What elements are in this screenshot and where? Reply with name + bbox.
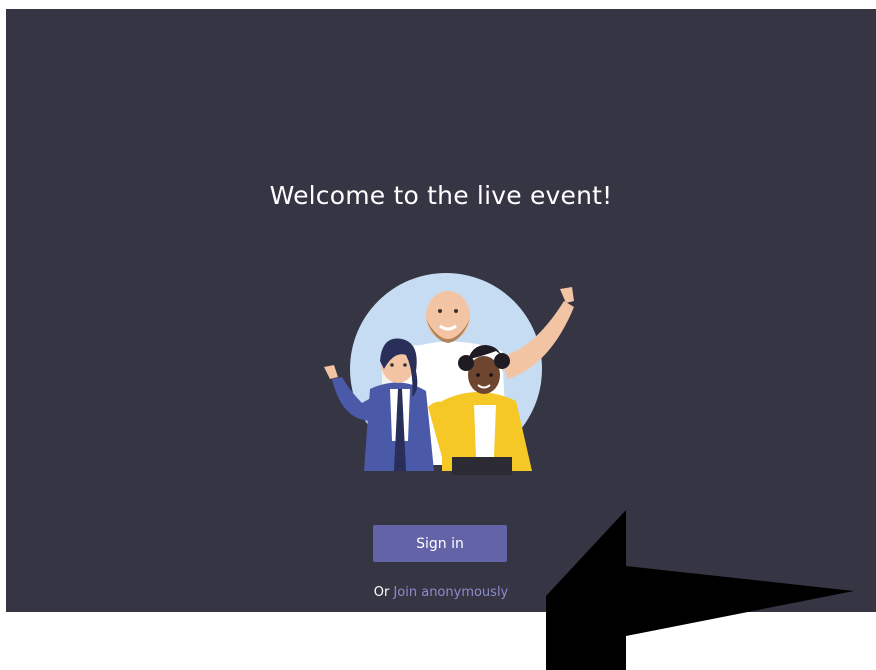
join-anonymously-link[interactable]: Join anonymously bbox=[393, 585, 508, 600]
sign-in-button[interactable]: Sign in bbox=[373, 525, 507, 562]
join-anonymously-line: Or Join anonymously bbox=[6, 585, 876, 600]
live-event-welcome-screen: Welcome to the live event! Sign in Or Jo… bbox=[6, 9, 876, 612]
welcome-heading: Welcome to the live event! bbox=[269, 181, 613, 210]
or-prefix-text: Or bbox=[373, 585, 390, 600]
people-waving-illustration bbox=[324, 273, 574, 475]
